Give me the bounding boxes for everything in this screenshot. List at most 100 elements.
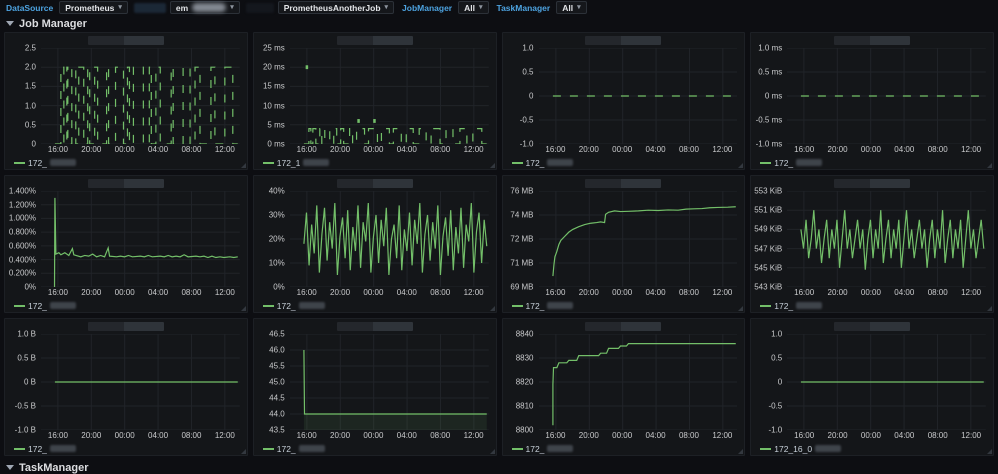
panel-title[interactable]	[503, 319, 745, 334]
y-tick-label: 43.5	[269, 426, 285, 435]
legend-label: 172_	[774, 158, 793, 168]
plot-area: 25 ms20 ms15 ms10 ms5 ms0 ms	[254, 48, 496, 144]
panel-resize-handle[interactable]	[987, 163, 992, 168]
job-select[interactable]: PrometheusAnotherJob ▾	[278, 1, 394, 14]
y-tick-label: 1.0 B	[17, 330, 36, 339]
panel-title[interactable]	[751, 319, 993, 334]
datasource-select[interactable]: Prometheus ▾	[59, 1, 128, 14]
redacted-panel-title	[124, 179, 164, 188]
redacted-legend-suffix	[50, 302, 76, 309]
legend-series-toggle[interactable]: 172_	[751, 156, 993, 169]
panel-resize-handle[interactable]	[738, 449, 743, 454]
chart-canvas[interactable]	[41, 48, 240, 144]
panel-resize-handle[interactable]	[738, 306, 743, 311]
panel-title[interactable]	[5, 319, 247, 334]
panel-resize-handle[interactable]	[241, 163, 246, 168]
y-tick-label: 0.200%	[9, 269, 36, 278]
y-tick-label: 0 ms	[765, 92, 782, 101]
legend-series-toggle[interactable]: 172_	[503, 156, 745, 169]
chart-canvas[interactable]	[290, 48, 489, 144]
redacted-legend-suffix	[796, 302, 822, 309]
legend-label: 172_	[526, 444, 545, 454]
datasource-select-value: Prometheus	[65, 3, 114, 13]
panel-resize-handle[interactable]	[241, 449, 246, 454]
x-tick-label: 08:00	[430, 431, 450, 440]
y-axis: 40%30%20%10%0%	[254, 191, 290, 287]
panel-resize-handle[interactable]	[738, 163, 743, 168]
redacted-panel-title	[621, 322, 661, 331]
chart-canvas[interactable]	[787, 191, 986, 287]
y-tick-label: 547 KiB	[754, 244, 782, 253]
redacted-panel-title	[337, 179, 373, 188]
panel-resize-handle[interactable]	[490, 306, 495, 311]
legend-label: 172_	[526, 158, 545, 168]
chart-canvas[interactable]	[539, 191, 738, 287]
legend-series-toggle[interactable]: 172_1	[254, 156, 496, 169]
y-tick-label: 1.0	[25, 101, 36, 110]
chart-canvas[interactable]	[41, 334, 240, 430]
legend-line-icon	[14, 305, 25, 307]
graph-panel: 553 KiB551 KiB549 KiB547 KiB545 KiB543 K…	[750, 175, 994, 313]
legend-series-toggle[interactable]: 172_	[751, 299, 993, 312]
redacted-panel-title	[870, 179, 910, 188]
chart-canvas[interactable]	[290, 191, 489, 287]
legend-line-icon	[512, 162, 523, 164]
panel-title[interactable]	[503, 33, 745, 48]
panel-title[interactable]	[254, 176, 496, 191]
panel-resize-handle[interactable]	[490, 163, 495, 168]
legend-series-toggle[interactable]: 172_	[5, 299, 247, 312]
chart-canvas[interactable]	[41, 191, 240, 287]
panel-title[interactable]	[5, 176, 247, 191]
chart-canvas[interactable]	[539, 334, 738, 430]
row-header-jobmanager[interactable]: Job Manager	[0, 15, 998, 32]
legend-series-toggle[interactable]: 172_	[5, 442, 247, 455]
x-tick-label: 08:00	[430, 145, 450, 154]
row-header-taskmanager[interactable]: TaskManager	[0, 459, 998, 474]
graph-panel: 76 MB74 MB72 MB71 MB69 MB 16:0020:0000:0…	[502, 175, 746, 313]
panel-resize-handle[interactable]	[987, 306, 992, 311]
redacted-legend-suffix	[303, 159, 329, 166]
legend-line-icon	[14, 162, 25, 164]
panel-resize-handle[interactable]	[987, 449, 992, 454]
legend-series-toggle[interactable]: 172_	[5, 156, 247, 169]
legend-series-toggle[interactable]: 172_	[254, 442, 496, 455]
panel-title[interactable]	[254, 319, 496, 334]
section-title-taskmanager: TaskManager	[19, 462, 89, 474]
x-tick-label: 08:00	[679, 145, 699, 154]
x-tick-label: 12:00	[961, 288, 981, 297]
x-tick-label: 20:00	[330, 431, 350, 440]
panel-title[interactable]	[751, 176, 993, 191]
graph-panel: 1.400%1.200%1.000%0.800%0.600%0.400%0.20…	[4, 175, 248, 313]
x-tick-label: 08:00	[679, 431, 699, 440]
x-axis: 16:0020:0000:0004:0008:0012:00	[539, 430, 738, 442]
y-tick-label: 2.0	[25, 63, 36, 72]
panel-title[interactable]	[254, 33, 496, 48]
legend-series-toggle[interactable]: 172_	[254, 299, 496, 312]
y-tick-label: -1.0 B	[15, 426, 36, 435]
legend-line-icon	[512, 305, 523, 307]
chart-canvas[interactable]	[787, 48, 986, 144]
panel-title[interactable]	[751, 33, 993, 48]
panel-title[interactable]	[5, 33, 247, 48]
jobmanager-select[interactable]: All ▾	[458, 1, 488, 14]
x-tick-label: 20:00	[81, 288, 101, 297]
legend-series-toggle[interactable]: 172_16_0	[751, 442, 993, 455]
chart-canvas[interactable]	[539, 48, 738, 144]
legend-series-toggle[interactable]: 172_	[503, 299, 745, 312]
panel-resize-handle[interactable]	[490, 449, 495, 454]
plot-area: 40%30%20%10%0%	[254, 191, 496, 287]
redacted-panel-title	[585, 179, 621, 188]
em-select[interactable]: em ▾	[170, 1, 240, 14]
y-tick-label: 0%	[273, 283, 285, 292]
chart-canvas[interactable]	[290, 334, 489, 430]
redacted-panel-title	[124, 36, 164, 45]
x-tick-label: 08:00	[430, 288, 450, 297]
panel-resize-handle[interactable]	[241, 306, 246, 311]
chart-canvas[interactable]	[787, 334, 986, 430]
y-axis: 553 KiB551 KiB549 KiB547 KiB545 KiB543 K…	[751, 191, 787, 287]
taskmanager-select[interactable]: All ▾	[556, 1, 586, 14]
redacted-legend-suffix	[547, 159, 573, 166]
redacted-panel-title	[373, 179, 413, 188]
legend-series-toggle[interactable]: 172_	[503, 442, 745, 455]
panel-title[interactable]	[503, 176, 745, 191]
